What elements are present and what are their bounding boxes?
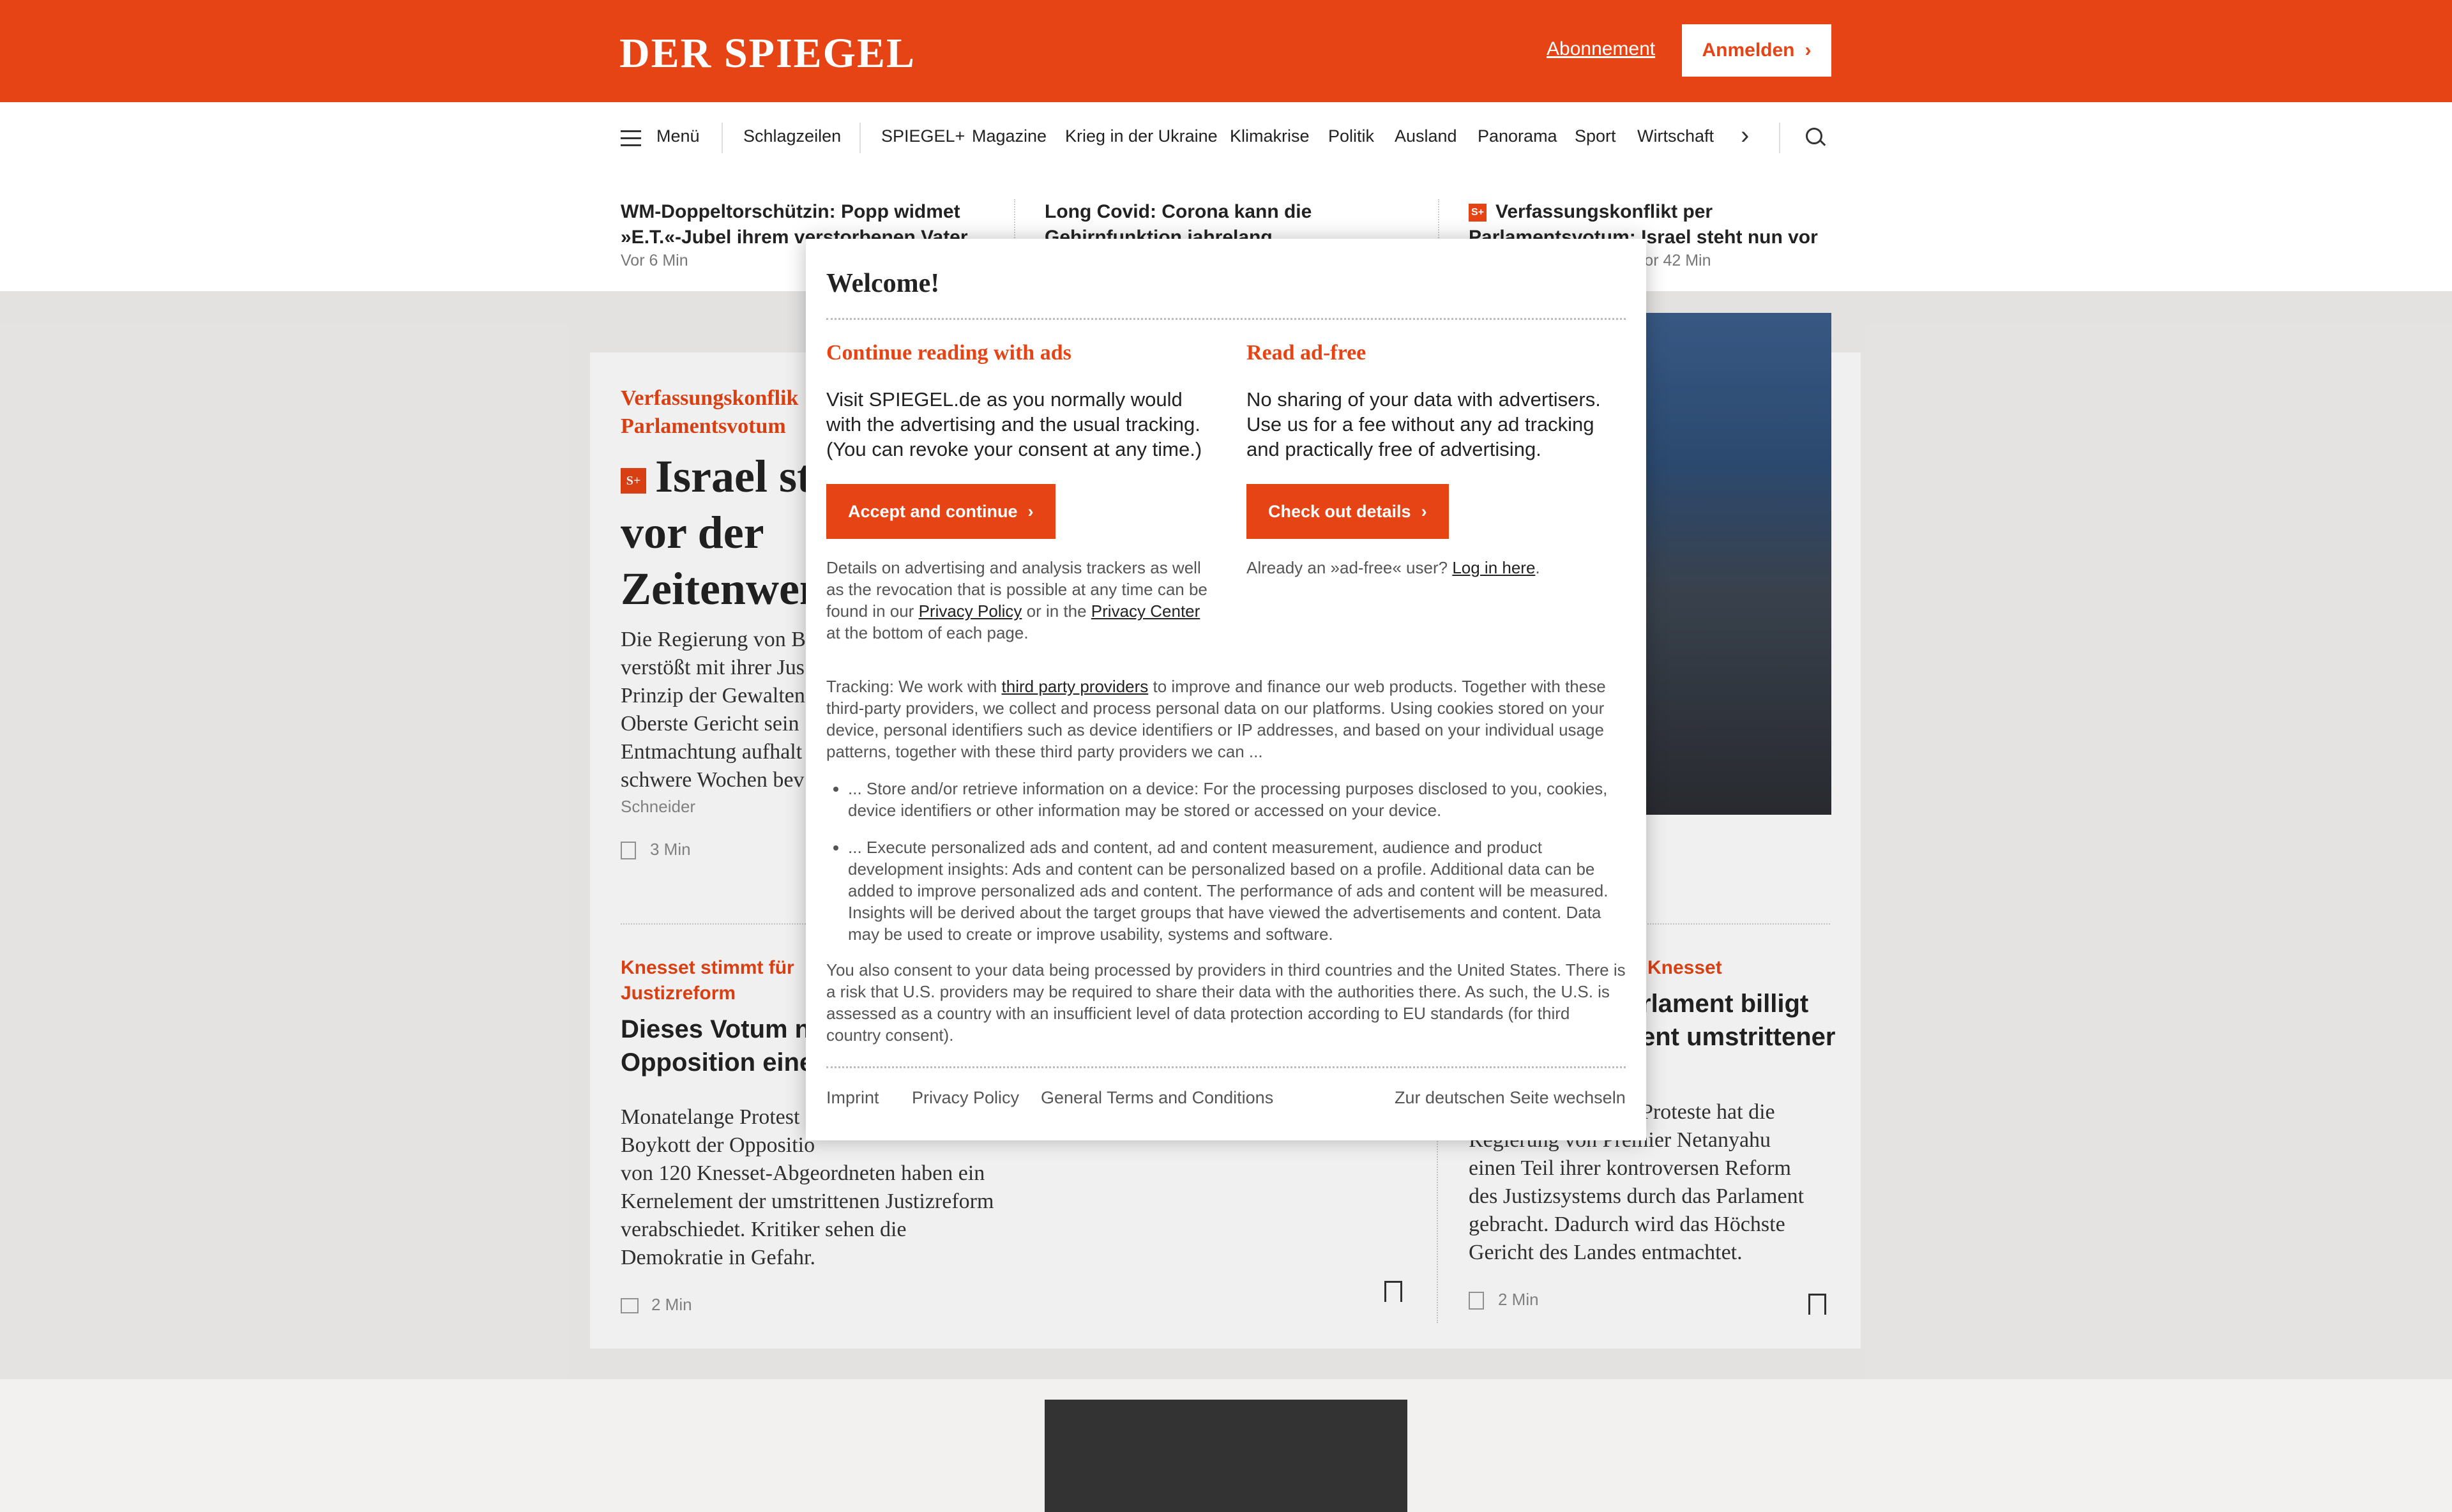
article-image[interactable] [1045,1400,1407,1512]
imprint-link[interactable]: Imprint [826,1088,879,1108]
dialog-title: Welcome! [826,269,940,298]
consent-dialog: Welcome! Continue reading with ads Visit… [806,239,1646,1140]
purpose-item: ... Store and/or retrieve information on… [848,778,1621,821]
search-icon[interactable] [1806,128,1826,147]
nav-item-panorama[interactable]: Panorama [1478,126,1557,146]
ad-free-login-text: . [1535,558,1540,577]
menu-button[interactable]: Menü [656,126,700,146]
purpose-item: ... Execute personalized ads and content… [848,836,1621,945]
nav-item-ausland[interactable]: Ausland [1395,126,1457,146]
nav-item-wirtschaft[interactable]: Wirtschaft [1637,126,1720,146]
purpose-list: ... Store and/or retrieve information on… [848,778,1621,960]
top-bar: DER SPIEGEL Abonnement Anmelden › [0,0,2452,102]
details-text: or in the [1022,601,1091,621]
tracking-text: Tracking: We work with third party provi… [826,676,1627,762]
nav-item-sport[interactable]: Sport [1575,126,1616,146]
spiegel-logo[interactable]: DER SPIEGEL [619,29,916,78]
nav-item-spiegel-plus[interactable]: SPIEGEL+ [881,126,965,146]
chevron-right-icon: › [1805,40,1812,61]
nav-item-schlagzeilen[interactable]: Schlagzeilen [743,126,841,146]
subscribe-link[interactable]: Abonnement [1547,38,1655,60]
menu-icon[interactable] [621,130,641,146]
spiegel-plus-icon: S+ [1469,204,1487,222]
chevron-right-icon[interactable]: › [1741,121,1749,150]
accept-button[interactable]: Accept and continue › [826,484,1056,539]
privacy-center-link[interactable]: Privacy Center [1091,601,1200,621]
chevron-right-icon: › [1027,501,1034,521]
check-details-label: Check out details [1268,501,1411,521]
login-button[interactable]: Anmelden › [1682,24,1831,77]
nav-divider [1779,123,1780,153]
german-site-link[interactable]: Zur deutschen Seite wechseln [1395,1088,1626,1108]
accept-button-label: Accept and continue [848,501,1018,521]
third-party-link[interactable]: third party providers [1002,677,1149,696]
nav-item-klimakrise[interactable]: Klimakrise [1230,126,1310,146]
privacy-policy-footer-link[interactable]: Privacy Policy [912,1088,1019,1108]
check-details-button[interactable]: Check out details › [1246,484,1449,539]
divider [826,318,1626,320]
ad-free-heading: Read ad-free [1246,341,1366,365]
nav-divider [722,123,723,153]
nav-item-ukraine[interactable]: Krieg in der Ukraine [1065,126,1218,146]
terms-link[interactable]: General Terms and Conditions [1041,1088,1273,1108]
nav-item-magazine[interactable]: Magazine [972,126,1047,146]
ads-details: Details on advertising and analysis trac… [826,557,1209,644]
ad-free-text: No sharing of your data with advertisers… [1246,388,1601,460]
ads-heading: Continue reading with ads [826,341,1071,365]
tracking-text-pre: Tracking: We work with [826,677,1002,696]
ad-free-login: Already an »ad-free« user? Log in here. [1246,557,1630,578]
nav-divider [859,123,861,153]
nav-item-politik[interactable]: Politik [1328,126,1374,146]
chevron-right-icon: › [1421,501,1427,521]
details-text: at the bottom of each page. [826,623,1029,642]
ads-text: Visit SPIEGEL.de as you normally would w… [826,388,1202,460]
login-button-label: Anmelden [1702,40,1795,61]
divider [826,1066,1626,1068]
privacy-policy-link[interactable]: Privacy Policy [919,601,1022,621]
login-link[interactable]: Log in here [1452,558,1535,577]
third-country-consent: You also consent to your data being proc… [826,960,1626,1045]
main-nav: Menü Schlagzeilen SPIEGEL+ Magazine Krie… [0,102,2452,175]
ad-free-login-text: Already an »ad-free« user? [1246,558,1453,577]
